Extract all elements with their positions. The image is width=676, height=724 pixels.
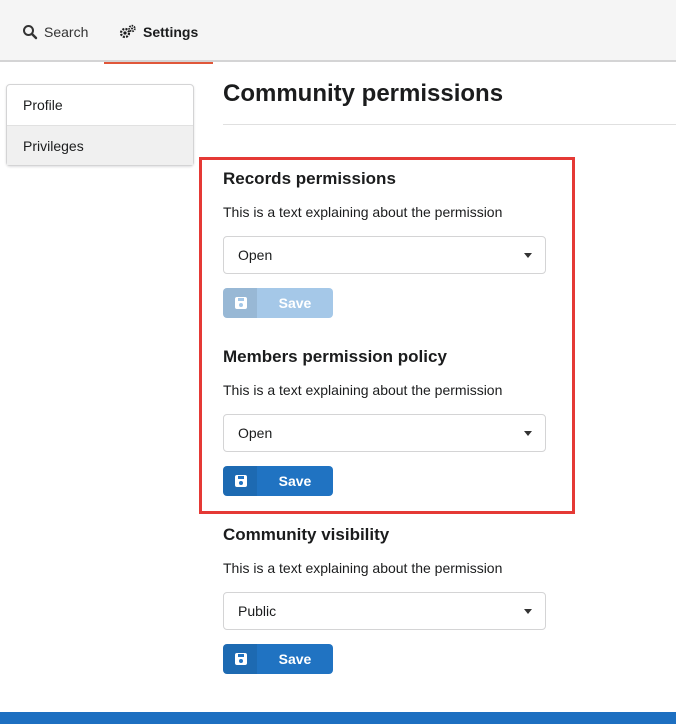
- dropdown-caret-icon: [524, 253, 532, 258]
- community-visibility-dropdown[interactable]: Public: [223, 592, 546, 630]
- members-permission-policy-dropdown[interactable]: Open: [223, 414, 546, 452]
- section-description: This is a text explaining about the perm…: [223, 560, 503, 576]
- dropdown-caret-icon: [524, 609, 532, 614]
- sidebar-item-profile[interactable]: Profile: [7, 85, 193, 125]
- tab-settings[interactable]: Settings: [104, 24, 213, 64]
- dropdown-value: Public: [238, 603, 277, 619]
- records-permissions-save-button[interactable]: Save: [223, 288, 333, 318]
- search-icon: [22, 24, 38, 40]
- tab-search[interactable]: Search: [22, 24, 88, 62]
- section-heading: Community visibility: [223, 525, 390, 544]
- section-description: This is a text explaining about the perm…: [223, 204, 503, 220]
- records-permissions-section: Records permissions This is a text expla…: [223, 169, 553, 318]
- tab-settings-label: Settings: [143, 24, 199, 40]
- footer-bar: [0, 712, 676, 724]
- save-button-label: Save: [278, 473, 312, 489]
- settings-sidebar: Profile Privileges: [6, 84, 194, 166]
- community-visibility-section: Community visibility This is a text expl…: [223, 525, 553, 674]
- tab-search-label: Search: [44, 24, 89, 40]
- sidebar-item-label: Profile: [23, 97, 63, 113]
- top-tab-bar: Search Settings: [0, 0, 676, 64]
- save-icon: [235, 653, 247, 665]
- save-button-label: Save: [278, 651, 312, 667]
- sidebar-item-label: Privileges: [23, 138, 84, 154]
- section-heading: Records permissions: [223, 169, 396, 188]
- gears-icon: [119, 24, 137, 40]
- dropdown-value: Open: [238, 425, 273, 441]
- dropdown-caret-icon: [524, 431, 532, 436]
- save-icon: [235, 297, 247, 309]
- dropdown-value: Open: [238, 247, 273, 263]
- members-permission-policy-save-button[interactable]: Save: [223, 466, 333, 496]
- save-button-label: Save: [278, 295, 312, 311]
- section-heading: Members permission policy: [223, 347, 447, 366]
- save-icon: [235, 475, 247, 487]
- community-visibility-save-button[interactable]: Save: [223, 644, 333, 674]
- title-divider: [223, 124, 676, 125]
- sidebar-item-privileges[interactable]: Privileges: [7, 125, 193, 165]
- page-title: Community permissions: [223, 80, 504, 107]
- records-permissions-dropdown[interactable]: Open: [223, 236, 546, 274]
- section-description: This is a text explaining about the perm…: [223, 382, 503, 398]
- members-permission-policy-section: Members permission policy This is a text…: [223, 347, 553, 496]
